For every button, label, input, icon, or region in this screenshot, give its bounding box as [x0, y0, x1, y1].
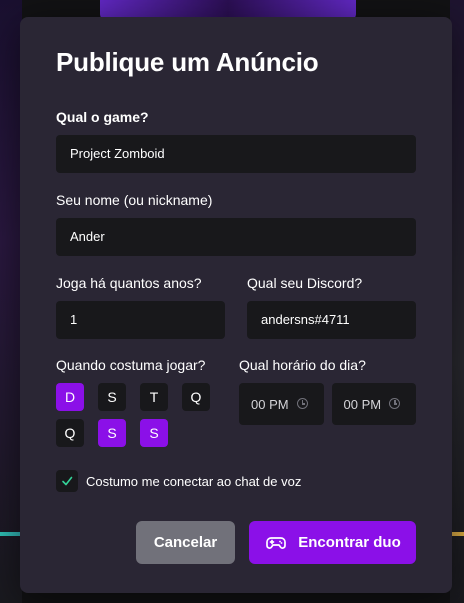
modal-title: Publique um Anúncio [56, 47, 319, 77]
discord-input[interactable]: andersns#4711 [247, 301, 416, 339]
years-input[interactable]: 1 [56, 301, 225, 339]
find-duo-label: Encontrar duo [298, 534, 401, 551]
name-label: Seu nome (ou nickname) [56, 192, 213, 208]
years-field-group: Joga há quantos anos? 1 [56, 275, 225, 339]
hours-field-group: Qual horário do dia? 00 PM 00 PM [239, 357, 416, 425]
game-select[interactable]: Project Zomboid [56, 135, 416, 173]
weekday-toggle-sunday[interactable]: D [56, 383, 84, 411]
weekday-toggle-wednesday[interactable]: Q [182, 383, 210, 411]
background-left-panel [0, 0, 22, 603]
hour-end-input[interactable]: 00 PM [331, 383, 416, 425]
weekday-toggle-tuesday[interactable]: T [140, 383, 168, 411]
voice-chat-label: Costumo me conectar ao chat de voz [86, 473, 302, 489]
weekday-toggle-thursday[interactable]: Q [56, 419, 84, 447]
hour-end-value: 00 PM [343, 396, 382, 412]
cancel-button[interactable]: Cancelar [136, 521, 235, 564]
discord-field-group: Qual seu Discord? andersns#4711 [247, 275, 416, 339]
game-field-group: Qual o game? Project Zomboid [56, 109, 416, 173]
clock-icon[interactable] [296, 398, 308, 409]
weekday-toggle-saturday[interactable]: S [140, 419, 168, 447]
modal-actions: Cancelar Encontrar duo [136, 521, 416, 564]
days-field-group: Quando costuma jogar? D S T Q Q S S [56, 357, 226, 447]
hour-start-value: 00 PM [251, 396, 289, 412]
publish-ad-modal: Publique um Anúncio Qual o game? Project… [20, 17, 452, 593]
background-right-panel [450, 0, 464, 603]
weekday-toggle-monday[interactable]: S [98, 383, 126, 411]
game-controller-icon [266, 536, 287, 549]
hours-range: 00 PM 00 PM [239, 383, 416, 425]
discord-label: Qual seu Discord? [247, 275, 363, 291]
hour-start-input[interactable]: 00 PM [239, 383, 324, 425]
name-input[interactable]: Ander [56, 218, 416, 256]
check-icon [62, 476, 73, 486]
hours-label: Qual horário do dia? [239, 357, 366, 373]
years-label: Joga há quantos anos? [56, 275, 202, 291]
find-duo-button[interactable]: Encontrar duo [249, 521, 416, 564]
clock-icon[interactable] [389, 398, 400, 409]
voice-chat-checkbox[interactable] [56, 470, 78, 492]
name-field-group: Seu nome (ou nickname) Ander [56, 192, 416, 256]
days-label: Quando costuma jogar? [56, 357, 206, 373]
game-label: Qual o game? [56, 109, 149, 125]
weekday-toggle-friday[interactable]: S [98, 419, 126, 447]
voice-chat-row: Costumo me conectar ao chat de voz [56, 470, 301, 492]
weekday-toggle-group: D S T Q Q S S [56, 383, 226, 447]
